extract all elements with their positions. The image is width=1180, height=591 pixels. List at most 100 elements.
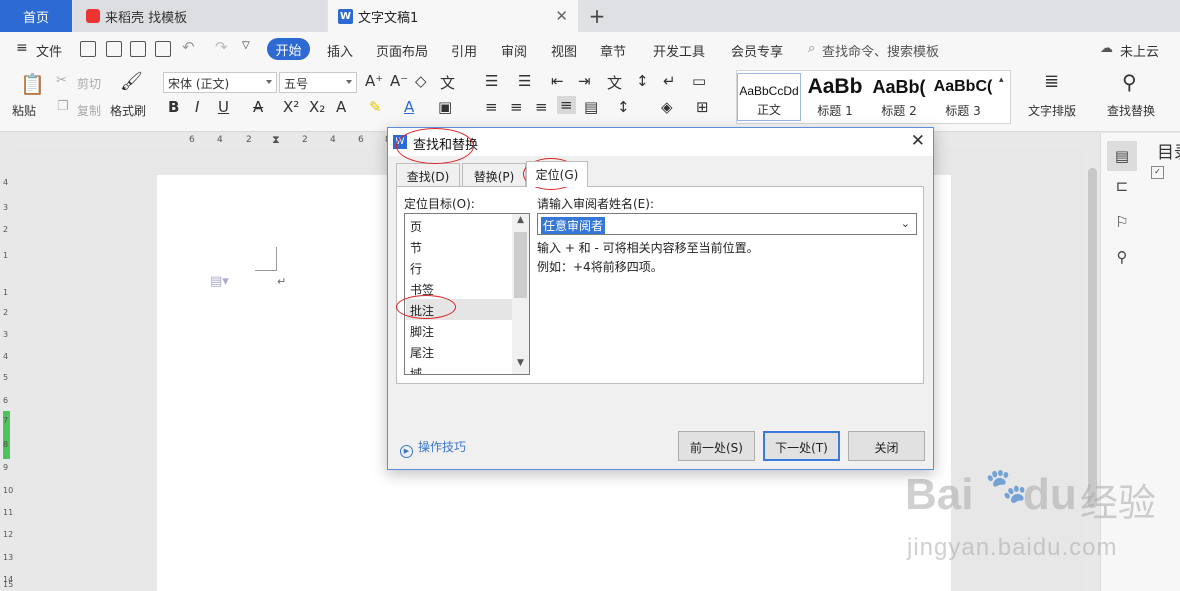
export-icon[interactable] — [106, 41, 122, 57]
align-left-icon[interactable]: ≡ — [485, 98, 498, 116]
tab-stops-icon[interactable]: ▭ — [692, 72, 706, 90]
strikethrough-icon[interactable]: A — [253, 98, 263, 116]
close-button[interactable]: 关闭 — [848, 431, 925, 461]
list-item[interactable]: 尾注 — [406, 341, 512, 362]
menu-section[interactable]: 章节 — [600, 41, 626, 60]
scroll-down-icon[interactable]: ▼ — [512, 358, 529, 374]
copy-button[interactable]: 复制 — [77, 102, 101, 119]
list-item[interactable]: 节 — [406, 236, 512, 257]
menu-page-layout[interactable]: 页面布局 — [376, 41, 428, 60]
italic-icon[interactable]: I — [195, 98, 199, 116]
menu-review[interactable]: 审阅 — [501, 41, 527, 60]
paste-icon[interactable]: 📋 — [20, 72, 45, 96]
format-icon[interactable]: ⊏ — [1113, 177, 1131, 195]
distributed-icon[interactable]: ▤ — [584, 98, 598, 116]
decrease-indent-icon[interactable]: ⇤ — [551, 72, 564, 90]
cut-button[interactable]: 剪切 — [77, 75, 101, 92]
outline-icon[interactable]: ▤ — [1107, 141, 1137, 171]
gallery-scroll-icon[interactable]: ▴ — [999, 75, 1004, 85]
clear-format-icon[interactable]: ◇ — [415, 72, 427, 90]
font-size-select[interactable]: 五号 — [279, 72, 357, 93]
align-right-icon[interactable]: ≡ — [535, 98, 548, 116]
bold-icon[interactable]: B — [168, 98, 179, 116]
menu-file[interactable]: 文件 — [36, 41, 62, 60]
previous-button[interactable]: 前一处(S) — [678, 431, 755, 461]
undo-icon[interactable]: ↶ — [182, 38, 195, 56]
scroll-up-icon[interactable]: ▲ — [512, 215, 529, 231]
list-item[interactable]: 域 — [406, 362, 512, 374]
close-tab-icon[interactable]: ✕ — [555, 7, 568, 25]
redo-icon[interactable]: ↷ — [215, 38, 228, 56]
tab-docer[interactable]: 来稻壳 找模板 — [74, 0, 326, 32]
menu-references[interactable]: 引用 — [451, 41, 477, 60]
style-heading-2[interactable]: AaBb( 标题 2 — [867, 73, 931, 121]
tips-link[interactable]: ▶ 操作技巧 — [400, 438, 466, 458]
list-item[interactable]: 脚注 — [406, 320, 512, 341]
shading-icon[interactable]: ◈ — [661, 98, 673, 116]
grow-font-icon[interactable]: A⁺ — [365, 72, 383, 90]
highlight-icon[interactable]: ✎ — [369, 98, 382, 116]
text-effect-icon[interactable]: A — [336, 98, 346, 116]
text-layout-icon[interactable]: ≣ — [1044, 71, 1059, 92]
sort-icon[interactable]: ↕ — [636, 72, 649, 90]
show-marks-icon[interactable]: ↵ — [663, 72, 676, 90]
chinese-layout-icon[interactable]: 文 — [607, 72, 622, 93]
goto-target-list[interactable]: 页 节 行 书签 批注 脚注 尾注 域 ▲ ▼ — [404, 213, 530, 375]
new-tab-button[interactable]: + — [584, 0, 610, 32]
tab-goto[interactable]: 定位(G) — [526, 161, 588, 187]
list-item[interactable]: 行 — [406, 257, 512, 278]
line-spacing-icon[interactable]: ↕ — [617, 98, 630, 116]
print-icon[interactable] — [130, 41, 146, 57]
cloud-status[interactable]: 未上云 — [1120, 41, 1159, 60]
superscript-icon[interactable]: X² — [283, 98, 299, 116]
format-painter-button[interactable]: 格式刷 — [110, 102, 146, 119]
save-icon[interactable] — [80, 41, 96, 57]
paste-button[interactable]: 粘贴 — [12, 102, 36, 119]
next-button[interactable]: 下一处(T) — [763, 431, 840, 461]
menu-member[interactable]: 会员专享 — [731, 41, 783, 60]
menu-icon[interactable]: ≡ — [16, 40, 28, 56]
find-replace-button[interactable]: 查找替换 — [1107, 102, 1155, 119]
underline-icon[interactable]: U — [218, 98, 229, 116]
justify-icon[interactable]: ≡ — [557, 96, 576, 114]
command-search-input[interactable]: 查找命令、搜索模板 — [822, 41, 939, 60]
shrink-font-icon[interactable]: A⁻ — [390, 72, 408, 90]
align-center-icon[interactable]: ≡ — [510, 98, 523, 116]
paragraph-options-icon[interactable]: ▤▾ — [210, 274, 229, 289]
menu-start[interactable]: 开始 — [267, 38, 310, 60]
text-layout-button[interactable]: 文字排版 — [1028, 102, 1076, 119]
list-item[interactable]: 页 — [406, 215, 512, 236]
tab-document[interactable]: W 文字文稿1 ✕ — [328, 0, 578, 32]
menu-view[interactable]: 视图 — [551, 41, 577, 60]
find-replace-icon[interactable]: ⚲ — [1122, 70, 1137, 94]
quick-access-more-icon[interactable]: ▽ — [242, 40, 250, 51]
subscript-icon[interactable]: X₂ — [309, 98, 325, 116]
tab-replace[interactable]: 替换(P) — [462, 163, 526, 186]
font-color-icon[interactable]: A — [404, 98, 414, 116]
style-normal[interactable]: AaBbCcDd 正文 — [737, 73, 801, 121]
vertical-ruler[interactable]: 4 3 2 1 1 2 3 4 5 6 7 8 9 10 11 12 13 14 15 — [0, 148, 14, 591]
print-preview-icon[interactable] — [155, 41, 171, 57]
close-icon[interactable]: ✕ — [911, 131, 925, 151]
reviewer-combobox[interactable]: 任意审阅者 ⌄ — [537, 213, 917, 235]
tab-home[interactable]: 首页 — [0, 0, 72, 32]
expand-icon[interactable]: ✓ — [1151, 166, 1164, 179]
increase-indent-icon[interactable]: ⇥ — [578, 72, 591, 90]
tab-find[interactable]: 查找(D) — [396, 163, 460, 186]
font-family-select[interactable]: 宋体 (正文) — [163, 72, 277, 93]
indent-marker-icon[interactable]: ⧗ — [272, 133, 280, 147]
list-scrollbar-thumb[interactable] — [514, 232, 527, 298]
search-panel-icon[interactable]: ⚲ — [1113, 248, 1131, 266]
menu-insert[interactable]: 插入 — [327, 41, 353, 60]
bullet-list-icon[interactable]: ☰ — [485, 72, 498, 90]
list-scrollbar[interactable]: ▲ ▼ — [512, 214, 529, 374]
style-heading-3[interactable]: AaBbC( 标题 3 — [931, 73, 995, 121]
menu-developer[interactable]: 开发工具 — [653, 41, 705, 60]
numbered-list-icon[interactable]: ☰ — [518, 72, 531, 90]
char-border-icon[interactable]: ▣ — [438, 98, 452, 116]
phonetic-icon[interactable]: 文 — [440, 72, 455, 93]
style-heading-1[interactable]: AaBb 标题 1 — [803, 73, 867, 121]
bookmark-icon[interactable]: ⚐ — [1113, 213, 1131, 231]
format-painter-icon[interactable]: 🖌 — [120, 71, 143, 92]
scrollbar-thumb[interactable] — [1088, 168, 1097, 508]
